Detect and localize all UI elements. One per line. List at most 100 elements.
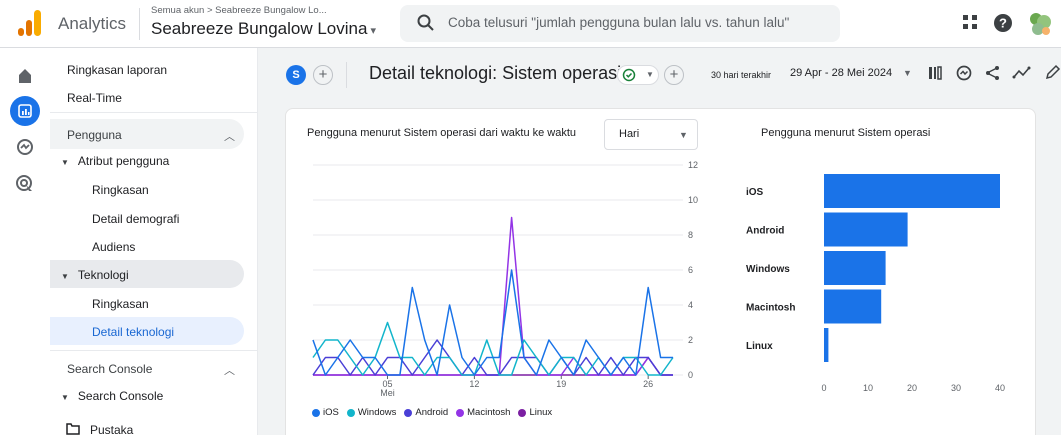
bar-chart: iOS Android Windows Macintosh Linux 0 10 20 30 40 bbox=[746, 174, 1005, 393]
check-circle-icon bbox=[622, 68, 636, 82]
reports-sidebar: Ringkasan laporan Real-Time Pengguna ︿ ▼… bbox=[50, 48, 258, 435]
date-hint-chip[interactable]: 30 hari terakhir bbox=[708, 68, 775, 82]
x-tick-label: 12 bbox=[469, 379, 479, 389]
insights-icon[interactable] bbox=[1012, 64, 1032, 82]
bar-linux[interactable] bbox=[824, 328, 829, 362]
x-tick-label: 0 bbox=[821, 383, 826, 393]
compare-icon[interactable] bbox=[955, 64, 973, 82]
add-comparison-button[interactable]: + bbox=[313, 65, 333, 85]
home-icon[interactable] bbox=[13, 64, 37, 88]
bar-windows[interactable] bbox=[824, 251, 886, 285]
x-tick-label: 20 bbox=[907, 383, 917, 393]
share-icon[interactable] bbox=[984, 64, 1002, 82]
account-breadcrumb[interactable]: Semua akun > Seabreeze Bungalow Lo... bbox=[151, 5, 327, 16]
section-users-label: Pengguna bbox=[67, 128, 122, 142]
app-name: Analytics bbox=[58, 14, 127, 33]
caret-down-icon: ▾ bbox=[370, 25, 376, 37]
nav-group-search-console[interactable]: ▼ Search Console bbox=[61, 389, 163, 403]
legend-label: Macintosh bbox=[467, 407, 511, 418]
bar-category-label: Android bbox=[746, 226, 784, 237]
legend-label: iOS bbox=[323, 407, 339, 418]
legend-dot bbox=[346, 408, 355, 417]
chevron-up-icon[interactable]: ︿ bbox=[224, 362, 235, 378]
bar-category-label: iOS bbox=[746, 187, 764, 198]
bar-category-label: Macintosh bbox=[746, 303, 795, 314]
divider bbox=[139, 8, 140, 40]
add-filter-button[interactable]: + bbox=[664, 65, 684, 85]
nav-group-technology[interactable]: ▼ Teknologi bbox=[61, 268, 129, 282]
edit-pencil-icon[interactable] bbox=[1043, 64, 1061, 82]
page-title: Detail teknologi: Sistem operasi bbox=[369, 63, 622, 83]
series-line-macintosh[interactable] bbox=[313, 216, 673, 376]
search-placeholder: Coba telusuri "jumlah pengguna bulan lal… bbox=[448, 15, 790, 30]
legend-label: Linux bbox=[529, 407, 553, 418]
customize-report-icon[interactable] bbox=[926, 64, 944, 82]
search-bar[interactable]: Coba telusuri "jumlah pengguna bulan lal… bbox=[400, 5, 840, 42]
svg-text:?: ? bbox=[999, 16, 1007, 31]
nav-group-label: Teknologi bbox=[77, 268, 129, 282]
x-tick-sublabel: Mei bbox=[380, 388, 395, 398]
granularity-select[interactable]: Hari ▼ bbox=[604, 119, 698, 150]
date-range-value[interactable]: 29 Apr - 28 Mei 2024 bbox=[790, 67, 892, 79]
chevron-up-icon[interactable]: ︿ bbox=[224, 128, 235, 144]
nav-ua-audiences[interactable]: Audiens bbox=[92, 240, 135, 254]
divider bbox=[50, 350, 258, 351]
legend-item-macintosh[interactable]: Macintosh bbox=[456, 407, 510, 418]
bar-macintosh[interactable] bbox=[824, 289, 882, 324]
caret-down-icon[interactable]: ▼ bbox=[903, 68, 912, 78]
nav-ua-demographics[interactable]: Detail demografi bbox=[92, 212, 179, 226]
legend-item-linux[interactable]: Linux bbox=[518, 407, 552, 418]
legend-item-windows[interactable]: Windows bbox=[346, 407, 396, 418]
x-tick-label: 10 bbox=[863, 383, 873, 393]
section-search-console-label[interactable]: Search Console bbox=[67, 362, 152, 376]
nav-realtime[interactable]: Real-Time bbox=[67, 91, 122, 105]
apps-grid-icon[interactable] bbox=[962, 14, 978, 30]
expand-arrow-icon: ▼ bbox=[61, 158, 69, 167]
legend-dot bbox=[312, 408, 320, 417]
nav-ua-overview[interactable]: Ringkasan bbox=[92, 183, 149, 197]
legend-dot bbox=[456, 408, 465, 417]
reports-icon[interactable] bbox=[13, 99, 37, 123]
nav-group-user-attributes[interactable]: ▼ Atribut pengguna bbox=[61, 154, 169, 168]
x-tick-label: 30 bbox=[951, 383, 961, 393]
bar-ios[interactable] bbox=[824, 174, 1000, 208]
line-chart-title: Pengguna menurut Sistem operasi dari wak… bbox=[307, 127, 577, 139]
advertising-icon[interactable] bbox=[13, 172, 37, 196]
segment-badge[interactable]: S bbox=[286, 65, 306, 85]
divider bbox=[50, 112, 258, 113]
legend-dot bbox=[518, 408, 527, 417]
analytics-logo-icon[interactable] bbox=[18, 10, 42, 36]
series-line-linux[interactable] bbox=[313, 356, 673, 376]
nav-report-summary[interactable]: Ringkasan laporan bbox=[67, 63, 167, 77]
folder-icon bbox=[66, 423, 80, 435]
bar-android[interactable] bbox=[824, 212, 908, 247]
legend-label: Android bbox=[415, 407, 449, 418]
nav-tech-detail[interactable]: Detail teknologi bbox=[92, 325, 174, 339]
series-line-windows[interactable] bbox=[312, 321, 674, 376]
bar-chart-title: Pengguna menurut Sistem operasi bbox=[761, 127, 931, 139]
y-tick-label: 12 bbox=[688, 160, 698, 170]
property-name: Seabreeze Bungalow Lovina bbox=[151, 19, 368, 38]
divider bbox=[346, 62, 347, 88]
expand-arrow-icon: ▼ bbox=[61, 272, 69, 281]
bar-category-label: Windows bbox=[746, 264, 790, 275]
search-icon bbox=[417, 14, 434, 31]
help-icon[interactable]: ? bbox=[993, 13, 1013, 33]
report-status-button[interactable]: ▼ bbox=[617, 65, 659, 85]
granularity-value: Hari bbox=[619, 128, 640, 140]
property-selector[interactable]: Seabreeze Bungalow Lovina ▾ bbox=[151, 19, 376, 39]
nav-tech-overview[interactable]: Ringkasan bbox=[92, 297, 149, 311]
nav-library[interactable]: Pustaka bbox=[90, 423, 133, 435]
chart-legend: iOS Windows Android Macintosh Linux bbox=[312, 407, 552, 418]
y-tick-label: 8 bbox=[688, 230, 693, 240]
bar-category-label: Linux bbox=[746, 341, 773, 352]
legend-item-ios[interactable]: iOS bbox=[312, 407, 339, 418]
expand-arrow-icon: ▼ bbox=[61, 393, 69, 402]
legend-dot bbox=[404, 408, 413, 417]
explore-icon[interactable] bbox=[13, 135, 37, 159]
legend-item-android[interactable]: Android bbox=[404, 407, 448, 418]
y-tick-label: 4 bbox=[688, 300, 693, 310]
account-avatar-icon[interactable] bbox=[1026, 10, 1054, 38]
caret-down-icon: ▼ bbox=[646, 70, 654, 79]
nav-group-label: Atribut pengguna bbox=[77, 154, 170, 168]
